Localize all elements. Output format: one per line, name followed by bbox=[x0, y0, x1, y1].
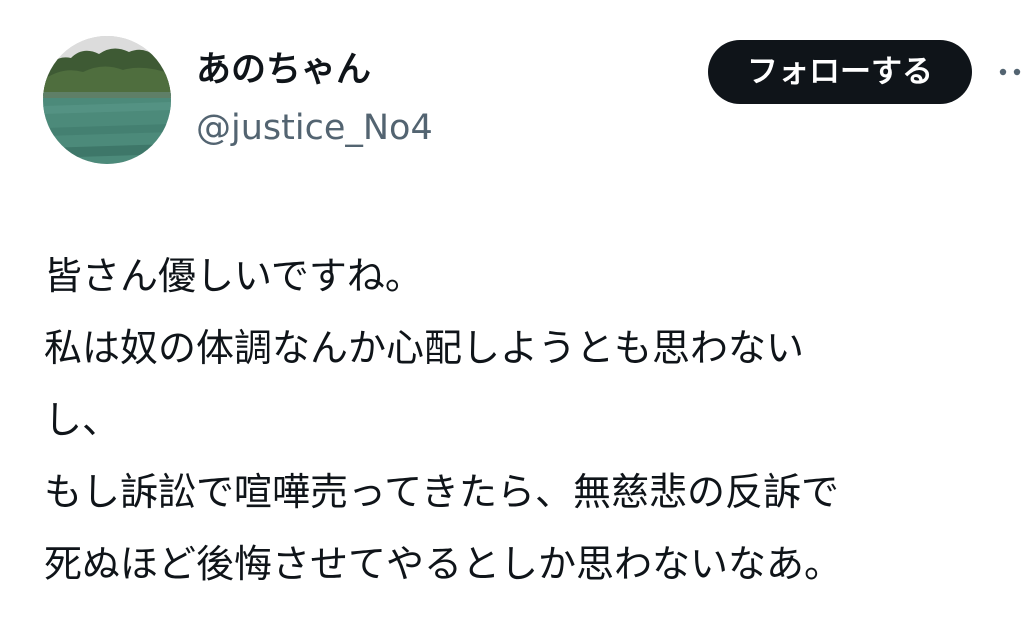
landscape-lake-avatar bbox=[43, 36, 171, 164]
tweet-line: し、 bbox=[44, 398, 121, 442]
more-options-icon[interactable] bbox=[996, 60, 1024, 84]
tweet-line: 死ぬほど後悔させてやるとしか思わないなあ。 bbox=[44, 542, 843, 586]
author-avatar[interactable] bbox=[43, 36, 171, 164]
tweet-line: 皆さん優しいですね。 bbox=[44, 254, 423, 298]
follow-button[interactable]: フォローする bbox=[708, 40, 972, 104]
tweet-text: 皆さん優しいですね。 私は奴の体調なんか心配しようとも思わない し、 もし訴訟で… bbox=[44, 240, 1004, 600]
tweet-line: もし訴訟で喧嘩売ってきたら、無慈悲の反訴で bbox=[44, 470, 839, 514]
author-display-name[interactable]: あのちゃん bbox=[196, 48, 371, 92]
author-handle[interactable]: @justice_No4 bbox=[196, 106, 433, 150]
tweet-card: あのちゃん @justice_No4 フォローする 皆さん優しいですね。 私は奴… bbox=[0, 0, 1024, 640]
tweet-line: 私は奴の体調なんか心配しようとも思わない bbox=[44, 326, 805, 370]
